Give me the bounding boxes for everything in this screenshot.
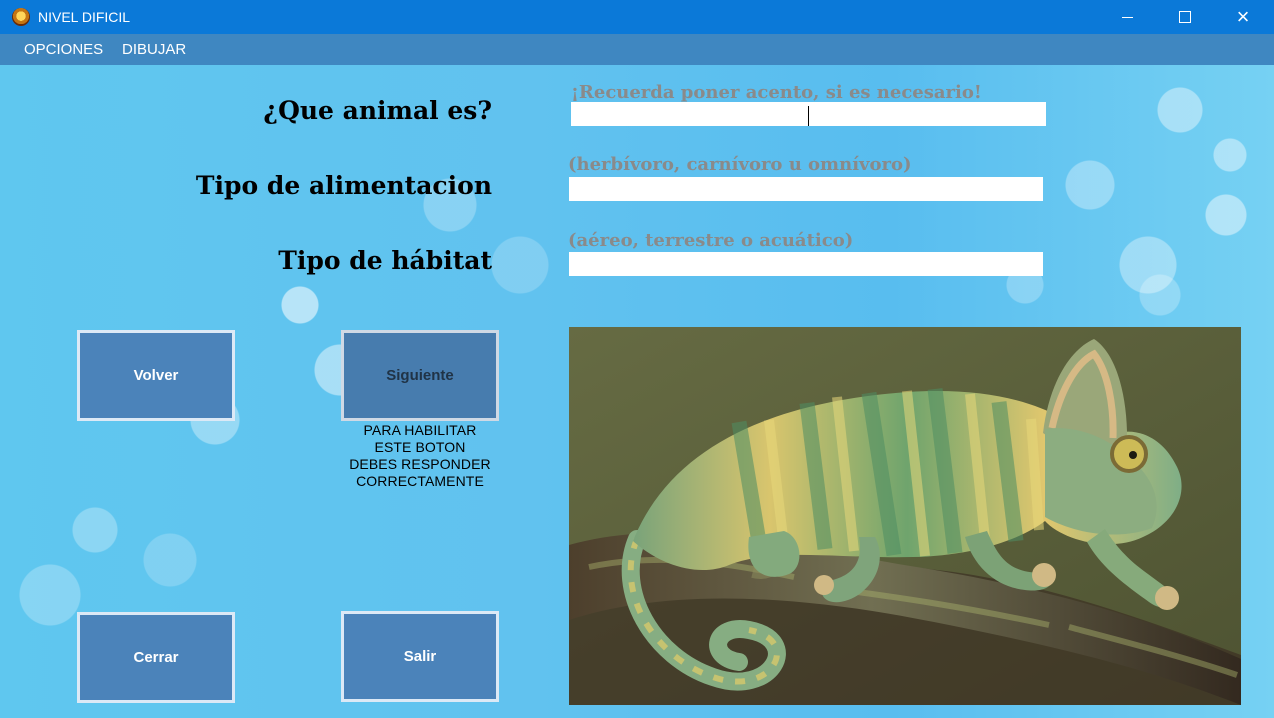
maximize-icon [1179, 11, 1191, 23]
habitat-type-input[interactable] [569, 252, 1043, 276]
next-button[interactable]: Siguiente [341, 330, 499, 421]
app-icon [12, 8, 30, 26]
enable-note-line: PARA HABILITAR [363, 422, 477, 438]
menu-draw[interactable]: DIBUJAR [122, 41, 186, 59]
chameleon-illustration [569, 327, 1241, 705]
animal-question-label: ¿Que animal es? [263, 96, 492, 125]
food-type-input[interactable] [569, 177, 1043, 201]
close-icon: × [1236, 4, 1250, 29]
enable-note-line: DEBES RESPONDER [349, 456, 491, 472]
habitat-options-hint: (aéreo, terrestre o acuático) [568, 230, 854, 251]
text-caret [808, 106, 809, 126]
enable-note-line: CORRECTAMENTE [356, 473, 484, 489]
menu-options[interactable]: OPCIONES [24, 41, 103, 59]
minimize-button[interactable] [1098, 0, 1156, 34]
minimize-icon [1121, 16, 1133, 18]
exit-button[interactable]: Salir [341, 611, 499, 702]
menu-bar: OPCIONES DIBUJAR [0, 34, 1274, 65]
habitat-type-label: Tipo de hábitat [278, 246, 492, 275]
back-button[interactable]: Volver [77, 330, 235, 421]
food-options-hint: (herbívoro, carnívoro u omnívoro) [568, 154, 912, 175]
game-content: ¿Que animal es? Tipo de alimentacion Tip… [0, 65, 1274, 718]
maximize-button[interactable] [1156, 0, 1214, 34]
enable-note-line: ESTE BOTON [374, 439, 466, 455]
close-button[interactable]: Cerrar [77, 612, 235, 703]
next-button-enable-note: PARA HABILITAR ESTE BOTON DEBES RESPONDE… [345, 422, 495, 490]
food-type-label: Tipo de alimentacion [195, 171, 492, 200]
accent-hint: ¡Recuerda poner acento, si es necesario! [571, 82, 982, 103]
chameleon-image [569, 327, 1241, 705]
close-window-button[interactable]: × [1214, 0, 1272, 34]
title-bar: NIVEL DIFICIL × [0, 0, 1274, 34]
window-title: NIVEL DIFICIL [38, 9, 131, 25]
